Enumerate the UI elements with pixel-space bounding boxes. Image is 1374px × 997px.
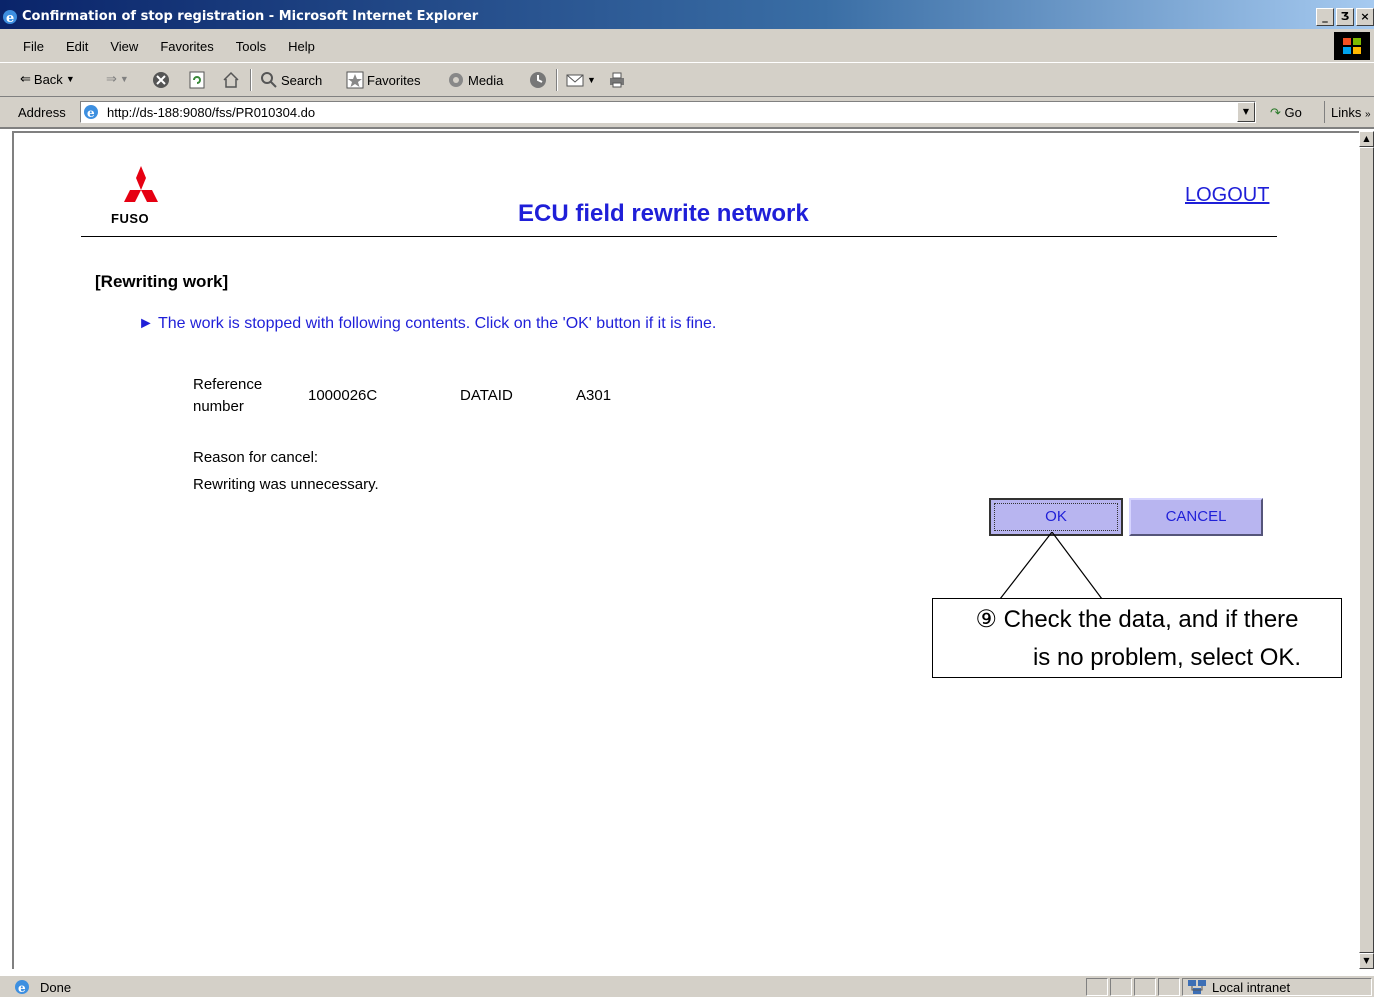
chevron-down-icon: ▼ [119, 74, 129, 84]
mitsubishi-diamonds-icon [124, 166, 158, 202]
title-bar: e Confirmation of stop registration - Mi… [0, 0, 1374, 29]
vertical-scrollbar[interactable]: ▲ ▼ [1359, 131, 1374, 969]
address-url: http://ds-188:9080/fss/PR010304.do [107, 105, 316, 120]
toolbar: ⇐ Back ▼ ⇒ ▼ Search Favorites Media ▼ [0, 63, 1374, 97]
back-arrow-icon: ⇐ [20, 71, 31, 86]
maximize-button[interactable]: Ʒ [1336, 8, 1354, 26]
address-bar: Address e http://ds-188:9080/fss/PR01030… [0, 97, 1374, 129]
forward-button[interactable]: ⇒ ▼ [106, 71, 129, 87]
instruction-callout: ⑨ Check the data, and if there is no pro… [932, 598, 1342, 678]
history-icon [530, 72, 546, 88]
refresh-icon [189, 71, 205, 89]
refresh-button[interactable] [188, 71, 206, 89]
svg-text:e: e [6, 11, 14, 25]
chevron-down-icon: ▼ [65, 74, 75, 84]
menu-tools[interactable]: Tools [225, 39, 277, 54]
toolbar-separator [556, 69, 558, 91]
history-button[interactable] [529, 71, 547, 89]
close-button[interactable]: × [1356, 8, 1374, 26]
caption-buttons: _ Ʒ × [1316, 8, 1374, 26]
instruction-text: ► The work is stopped with following con… [138, 315, 717, 332]
page-content [12, 131, 1359, 969]
favorites-star-icon [346, 71, 364, 89]
logo-text: FUSO [111, 211, 150, 226]
window-title: Confirmation of stop registration - Micr… [22, 9, 479, 24]
search-icon [261, 72, 277, 88]
svg-text:e: e [87, 106, 95, 120]
go-arrow-icon: ↷ [1270, 105, 1281, 120]
cancel-button[interactable]: CANCEL [1129, 498, 1263, 536]
stop-icon [153, 72, 169, 88]
address-dropdown-button[interactable]: ▼ [1237, 102, 1255, 122]
toolbar-separator [250, 69, 252, 91]
reason-label: Reason for cancel: [193, 449, 319, 466]
status-pane [1086, 978, 1108, 996]
status-pane [1134, 978, 1156, 996]
favorites-button[interactable]: Favorites [346, 71, 420, 89]
mail-button[interactable]: ▼ [566, 71, 596, 89]
windows-logo-icon [1334, 32, 1370, 60]
fuso-logo: FUSO [108, 164, 174, 230]
media-button[interactable]: Media [447, 71, 503, 89]
scroll-down-button[interactable]: ▼ [1359, 953, 1374, 969]
header-divider [81, 236, 1277, 237]
menu-file[interactable]: File [12, 39, 55, 54]
logout-link[interactable]: LOGOUT [1185, 184, 1269, 207]
address-label: Address [18, 105, 66, 120]
menu-help[interactable]: Help [277, 39, 326, 54]
zone-text: Local intranet [1212, 980, 1291, 995]
menu-favorites[interactable]: Favorites [149, 39, 224, 54]
minimize-button[interactable]: _ [1316, 8, 1334, 26]
home-icon [223, 71, 239, 88]
address-input[interactable]: e http://ds-188:9080/fss/PR010304.do ▼ [80, 101, 1256, 123]
dataid-value: A301 [576, 387, 612, 404]
mail-icon [566, 74, 584, 87]
focus-ring [994, 503, 1118, 531]
chevron-down-icon: ▼ [587, 75, 596, 85]
home-button[interactable] [222, 71, 240, 89]
print-button[interactable] [608, 71, 626, 89]
status-bar: e Done Local intranet [0, 975, 1374, 997]
go-button[interactable]: ↷ Go [1270, 105, 1302, 121]
search-button[interactable]: Search [260, 71, 322, 89]
links-button[interactable]: Links » [1324, 101, 1371, 123]
reference-label-line2: number [193, 398, 244, 415]
menu-bar: File Edit View Favorites Tools Help [0, 29, 1374, 63]
page-icon: e [84, 105, 98, 120]
ie-icon: e [3, 10, 17, 25]
forward-arrow-icon: ⇒ [106, 71, 117, 86]
status-pane [1158, 978, 1180, 996]
scroll-thumb[interactable] [1359, 147, 1374, 953]
status-text: Done [40, 980, 72, 995]
dataid-label: DATAID [460, 387, 513, 404]
reference-label-line1: Reference [193, 376, 263, 393]
done-page-icon: e [15, 980, 29, 995]
back-button[interactable]: ⇐ Back ▼ [20, 71, 75, 87]
svg-text:e: e [18, 981, 26, 995]
menu-edit[interactable]: Edit [55, 39, 99, 54]
status-pane [1110, 978, 1132, 996]
reference-number-value: 1000026C [308, 387, 378, 404]
chevron-right-icon: » [1364, 109, 1371, 120]
stop-button[interactable] [152, 71, 170, 89]
local-intranet-icon [1188, 980, 1206, 994]
reason-value: Rewriting was unnecessary. [193, 476, 379, 493]
callout-pointer [999, 532, 1103, 600]
scroll-up-button[interactable]: ▲ [1359, 131, 1374, 147]
section-title: [Rewriting work] [95, 272, 229, 291]
callout-line2: is no problem, select OK. [1032, 644, 1302, 671]
ok-button[interactable]: OK [989, 498, 1123, 536]
menu-view[interactable]: View [99, 39, 149, 54]
media-icon [449, 73, 463, 87]
page-title: ECU field rewrite network [518, 200, 809, 227]
print-icon [610, 72, 624, 88]
callout-line1: ⑨ Check the data, and if there [975, 606, 1299, 633]
